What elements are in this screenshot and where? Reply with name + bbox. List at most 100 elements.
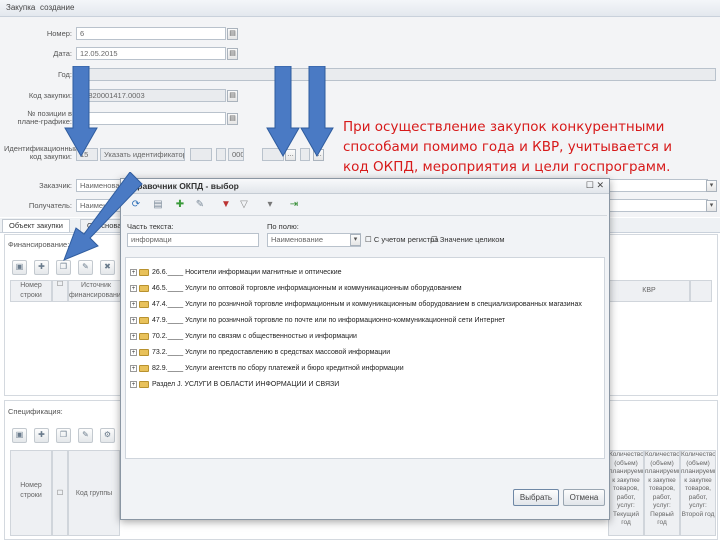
expand-icon[interactable]: + xyxy=(130,332,137,340)
spec-add-child-icon[interactable]: ✚ xyxy=(34,428,49,443)
callout-line-2: способами помимо года и КВР, учитывается… xyxy=(343,139,672,155)
filter-clear-icon[interactable]: ▼ xyxy=(219,198,233,212)
tree-item[interactable]: +73.2.____ Услуги по предоставлению в ср… xyxy=(130,346,390,359)
expand-icon[interactable]: + xyxy=(130,300,137,308)
folder-icon xyxy=(139,380,149,388)
spec-col-group[interactable]: Код группы xyxy=(68,450,120,536)
recipient-field-right[interactable] xyxy=(608,199,708,212)
expand-icon[interactable]: + xyxy=(130,268,137,276)
spec-col-qty3[interactable]: Количество (объем) планируемых к закупке… xyxy=(680,450,716,536)
tree-item[interactable]: +46.5.____ Услуги по оптовой торговле ин… xyxy=(130,282,462,295)
tree-item-text: Услуги по предоставлению в средствах мас… xyxy=(185,349,391,356)
close-icon[interactable]: ☐ ✕ xyxy=(586,180,604,191)
fin-col-extra xyxy=(690,280,712,302)
case-label: С учетом регистра xyxy=(373,235,439,244)
callout-line-3: код ОКПД, мероприятия и цели госпрограмм… xyxy=(343,159,671,175)
document-icon[interactable]: ▤ xyxy=(151,198,165,212)
spec-edit-icon[interactable]: ✎ xyxy=(78,428,93,443)
calendar-icon[interactable]: ▤ xyxy=(227,28,238,40)
tree-item-text: Услуги по связям с общественностью и инф… xyxy=(185,333,357,340)
customer-field-right[interactable] xyxy=(608,179,708,192)
spec-col-check[interactable]: ☐ xyxy=(52,450,68,536)
fin-col-check[interactable]: ☐ xyxy=(52,280,68,302)
ident-label: Идентификационный код закупки: xyxy=(4,144,79,161)
add-icon[interactable]: ▣ xyxy=(12,260,27,275)
tree-item-text: Носители информации магнитные и оптическ… xyxy=(185,269,342,276)
expand-icon[interactable]: + xyxy=(130,380,137,388)
expand-icon[interactable]: + xyxy=(130,364,137,372)
date-field[interactable]: 12.05.2015 xyxy=(76,47,226,60)
number-label: Номер: xyxy=(46,29,72,38)
spec-add-icon[interactable]: ▣ xyxy=(12,428,27,443)
tree-item[interactable]: +47.9.____ Услуги по розничной торговле … xyxy=(130,314,505,327)
tree-item[interactable]: +47.4.____ Услуги по розничной торговле … xyxy=(130,298,582,311)
year-field[interactable] xyxy=(76,68,716,81)
expand-icon[interactable]: + xyxy=(130,284,137,292)
number-field[interactable]: 6 xyxy=(76,27,226,40)
search-input[interactable]: информаци xyxy=(127,233,259,247)
tree-item-code: Раздел J. xyxy=(152,381,183,388)
field-label: По полю: xyxy=(267,222,299,231)
tree-item[interactable]: + Раздел J. УСЛУГИ В ОБЛАСТИ ИНФОРМАЦИИ И… xyxy=(130,378,339,391)
callout-text: При осуществление закупок конкурентными … xyxy=(343,117,703,177)
tree-item-code: 70.2.____ xyxy=(152,333,184,340)
folder-icon xyxy=(139,316,149,324)
export-icon[interactable]: ⇥ xyxy=(287,198,301,212)
code-field[interactable]: 15820001417.0003 xyxy=(76,89,226,102)
funnel-icon[interactable]: ▾ xyxy=(263,198,277,212)
date-picker-icon[interactable]: ▤ xyxy=(227,48,238,60)
filter-icon[interactable]: ▽ xyxy=(237,198,251,212)
spec-col-row[interactable]: Номер строки xyxy=(10,450,52,536)
fin-col-row[interactable]: Номер строки xyxy=(10,280,52,302)
plan-edit-icon[interactable]: ▤ xyxy=(227,113,238,125)
arrow-down-field1 xyxy=(266,66,300,158)
fin-col-source[interactable]: Источник финансирования xyxy=(68,280,124,302)
whole-checkbox[interactable]: ☐ Значение целиком xyxy=(431,235,505,244)
spec-col-qty1[interactable]: Количество (объем) планируемых к закупке… xyxy=(608,450,644,536)
ident-mid-field[interactable]: Указать идентификатор xyxy=(100,148,185,161)
window-title: Закупка xyxy=(6,3,36,12)
code-label: Код закупки: xyxy=(28,91,72,100)
folder-icon xyxy=(139,364,149,372)
add-record-icon[interactable]: ✚ xyxy=(173,198,187,212)
ident-suffix-field[interactable]: 000 xyxy=(228,148,244,161)
expand-icon[interactable]: + xyxy=(130,348,137,356)
code-edit-icon[interactable]: ▤ xyxy=(227,90,238,102)
window-subtitle: создание xyxy=(40,3,75,12)
tree-item-text: Услуги по розничной торговле информацион… xyxy=(185,301,582,308)
ident-part3-field[interactable] xyxy=(190,148,212,161)
add-child-icon[interactable]: ✚ xyxy=(34,260,49,275)
fin-col-kvr[interactable]: КВР xyxy=(608,280,690,302)
field-select[interactable]: Наименование xyxy=(267,233,361,247)
spec-col-qty2[interactable]: Количество (объем) планируемых к закупке… xyxy=(644,450,680,536)
expand-icon[interactable]: + xyxy=(130,316,137,324)
tree-item-code: 47.4.____ xyxy=(152,301,184,308)
edit-record-icon[interactable]: ✎ xyxy=(193,198,207,212)
case-checkbox[interactable]: ☐ С учетом регистра xyxy=(365,235,438,244)
cancel-button[interactable]: Отмена xyxy=(563,489,605,506)
recipient-dropdown-icon[interactable]: ▾ xyxy=(706,200,717,212)
chevron-down-icon[interactable]: ▾ xyxy=(350,234,361,246)
tree-item-text: Услуги по оптовой торговле информационны… xyxy=(185,285,462,292)
folder-icon xyxy=(139,268,149,276)
ident-part4-field[interactable] xyxy=(216,148,226,161)
whole-label: Значение целиком xyxy=(439,235,505,244)
tree-item-code: 82.9.____ xyxy=(152,365,184,372)
tree-item[interactable]: +26.6.____ Носители информации магнитные… xyxy=(130,266,342,279)
date-label: Дата: xyxy=(53,49,72,58)
okpd-tree: +26.6.____ Носители информации магнитные… xyxy=(125,257,605,459)
customer-dropdown-icon[interactable]: ▾ xyxy=(706,180,717,192)
select-button[interactable]: Выбрать xyxy=(513,489,559,506)
window-titlebar: Закупка создание xyxy=(0,0,720,17)
spec-gear-icon[interactable]: ⚙ xyxy=(100,428,115,443)
tree-item[interactable]: +82.9.____ Услуги агентств по сбору плат… xyxy=(130,362,404,375)
tree-item-text: УСЛУГИ В ОБЛАСТИ ИНФОРМАЦИИ И СВЯЗИ xyxy=(184,381,340,388)
okpd-dialog: Справочник ОКПД - выбор ☐ ✕ ⟳ ▤ ✚ ✎ ▼ ▽ … xyxy=(120,178,610,520)
plan-field[interactable] xyxy=(76,112,226,125)
folder-icon xyxy=(139,348,149,356)
tree-item[interactable]: +70.2.____ Услуги по связям с общественн… xyxy=(130,330,357,343)
tree-item-text: Услуги агентств по сбору платежей и бюро… xyxy=(185,365,404,372)
folder-icon xyxy=(139,284,149,292)
folder-icon xyxy=(139,332,149,340)
spec-copy-icon[interactable]: ❐ xyxy=(56,428,71,443)
